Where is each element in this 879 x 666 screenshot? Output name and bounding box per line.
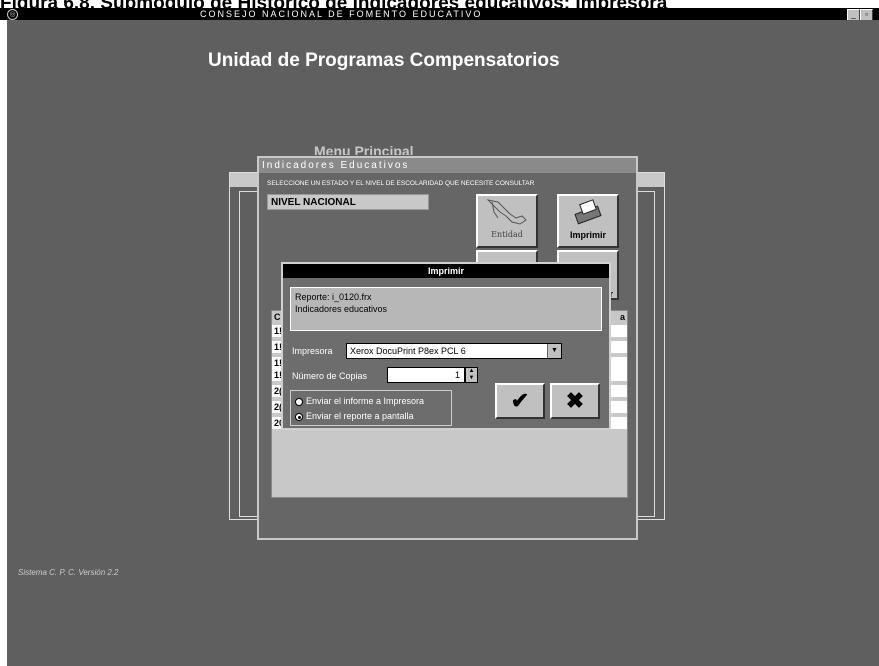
copies-spinner[interactable]: ▲ ▼ <box>465 367 478 383</box>
mexico-map-icon <box>486 199 527 225</box>
imprimir-tile-button[interactable]: Imprimir <box>557 194 619 248</box>
option-screen-label[interactable]: Enviar el reporte a pantalla <box>306 411 414 421</box>
spin-down-icon[interactable]: ▼ <box>466 375 477 382</box>
spin-up-icon[interactable]: ▲ <box>466 368 477 375</box>
report-name: Reporte: i_0120.frx <box>295 292 372 302</box>
copies-label: Número de Copias <box>292 371 368 381</box>
nivel-field[interactable]: NIVEL NACIONAL <box>267 194 429 210</box>
instruction-text: SELECCIONE UN ESTADO Y EL NIVEL DE ESCOL… <box>267 180 535 187</box>
option-screen-radio[interactable] <box>295 413 303 421</box>
menu-principal-title: Menu Principal <box>314 143 414 155</box>
report-description: Indicadores educativos <box>295 304 388 314</box>
print-dialog: Imprimir Reporte: i_0120.frx Indicadores… <box>281 262 611 430</box>
cancel-button[interactable]: ✖ <box>550 383 600 419</box>
check-icon: ✔ <box>510 388 530 413</box>
printer-value: Xerox DocuPrint P8ex PCL 6 <box>350 346 466 356</box>
unit-title: Unidad de Programas Compensatorios <box>208 50 560 71</box>
entidad-label: Entidad <box>491 230 523 239</box>
print-dialog-title: Imprimir <box>283 264 609 278</box>
output-options: Enviar el informe a Impresora Enviar el … <box>290 390 452 426</box>
report-info: Reporte: i_0120.frx Indicadores educativ… <box>290 287 602 331</box>
version-label: Sistema C. P. C. Versión 2.2 <box>18 568 119 577</box>
printer-label: Impresora <box>292 346 333 356</box>
imprimir-tile-label: Imprimir <box>569 230 606 240</box>
indicadores-title: Indicadores Educativos <box>259 158 636 173</box>
printer-select[interactable]: Xerox DocuPrint P8ex PCL 6 ▼ <box>346 343 562 359</box>
chevron-down-icon[interactable]: ▼ <box>547 344 561 358</box>
entidad-button[interactable]: Entidad <box>476 194 538 248</box>
option-printer-radio[interactable] <box>295 398 303 406</box>
menu-titlebar-left <box>230 173 258 187</box>
app-title: CONSEJO NACIONAL DE FOMENTO EDUCATIVO <box>200 9 483 19</box>
app-titlebar: ◎ CONSEJO NACIONAL DE FOMENTO EDUCATIVO … <box>0 8 879 21</box>
copies-input[interactable]: 1 <box>387 367 465 383</box>
system-menu-icon[interactable]: ◎ <box>7 9 18 20</box>
table-header-last: a <box>619 312 625 322</box>
option-printer-label[interactable]: Enviar el informe a Impresora <box>306 396 424 406</box>
close-icon: ✖ <box>565 388 585 413</box>
menu-titlebar-right <box>636 173 664 187</box>
table-header-first: C <box>274 312 281 322</box>
printer-icon <box>574 199 602 225</box>
ok-button[interactable]: ✔ <box>495 383 545 419</box>
